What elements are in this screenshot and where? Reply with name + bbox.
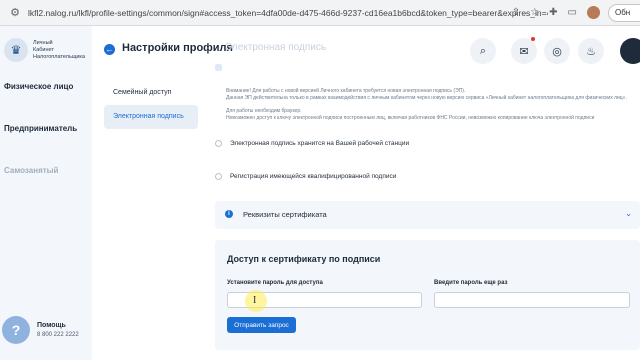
certificate-details-accordion[interactable]: i Реквизиты сертификата ⌄ bbox=[215, 201, 640, 229]
fns-emblem-icon[interactable]: ♛ bbox=[4, 38, 28, 62]
access-card: Доступ к сертификату по подписи Установи… bbox=[215, 240, 640, 350]
text-cursor-icon: I bbox=[253, 295, 257, 306]
submit-request-button[interactable]: Отправить запрос bbox=[227, 317, 296, 333]
puzzle-icon[interactable]: ✚ bbox=[549, 7, 557, 18]
help-title[interactable]: Помощь bbox=[37, 322, 66, 329]
notification-dot bbox=[531, 37, 535, 41]
menu-item-family-access[interactable]: Семейный доступ bbox=[113, 89, 171, 96]
info-marker bbox=[215, 64, 222, 71]
info-icon: i bbox=[225, 210, 233, 218]
profile-button[interactable] bbox=[620, 38, 640, 64]
logo-text[interactable]: Личный Кабинет Налогоплательщика bbox=[33, 40, 85, 61]
help-icon[interactable]: ? bbox=[2, 316, 30, 344]
url-field[interactable]: lkfl2.nalog.ru/lkfl/profile-settings/com… bbox=[28, 8, 548, 18]
help-phone: 8 800 222 2222 bbox=[37, 332, 79, 338]
sidebar-item-individual[interactable]: Физическое лицо bbox=[4, 82, 73, 91]
note-line-1: Внимание! Для работы с новой версией Лич… bbox=[226, 88, 466, 94]
sidebar-item-entrepreneur[interactable]: Предприниматель bbox=[4, 124, 77, 133]
update-button[interactable]: Обн bbox=[608, 4, 640, 22]
mail-icon: ✉ bbox=[519, 45, 529, 58]
chevron-down-icon[interactable]: ⌄ bbox=[625, 209, 632, 218]
confirm-password-field[interactable] bbox=[434, 292, 630, 308]
page-title: Настройки профиля bbox=[122, 42, 233, 54]
note-line-2: Данная ЭП действительна только в рамках … bbox=[226, 95, 627, 101]
sidebar-item-self-employed[interactable]: Самозанятый bbox=[4, 166, 58, 175]
sidepanel-icon[interactable]: ▭ bbox=[568, 7, 577, 18]
confirm-password-label: Введите пароль еще раз bbox=[434, 280, 508, 286]
tips-button[interactable]: ♨ bbox=[578, 38, 604, 64]
site-info-icon[interactable]: ⚙ bbox=[8, 6, 22, 20]
option-stored-signature[interactable]: Электронная подпись хранится на Вашей ра… bbox=[215, 140, 409, 147]
note-line-4: Невозможен доступ к ключу электронной по… bbox=[226, 115, 595, 121]
share-icon[interactable]: ⇪ bbox=[512, 7, 520, 18]
avatar[interactable] bbox=[587, 6, 600, 19]
lightbulb-icon: ♨ bbox=[586, 45, 596, 58]
search-button[interactable]: ⌕ bbox=[470, 38, 496, 64]
note-line-3: Для работы необходим браузер. bbox=[226, 108, 302, 114]
browser-address-bar: ⚙ lkfl2.nalog.ru/lkfl/profile-settings/c… bbox=[0, 0, 640, 26]
star-icon[interactable]: ☆ bbox=[530, 7, 539, 18]
accordion-title: Реквизиты сертификата bbox=[243, 210, 327, 219]
access-card-title: Доступ к сертификату по подписи bbox=[227, 254, 381, 264]
radio-button[interactable] bbox=[215, 140, 222, 147]
eye-off-icon: ◎ bbox=[552, 45, 562, 58]
visibility-button[interactable]: ◎ bbox=[544, 38, 570, 64]
option-register-qualified[interactable]: Регистрация имеющейся квалифицированной … bbox=[215, 173, 396, 180]
back-arrow-icon[interactable]: ← bbox=[104, 44, 115, 55]
menu-item-e-signature[interactable]: Электронная подпись bbox=[113, 113, 184, 120]
search-icon: ⌕ bbox=[479, 44, 487, 57]
page-subtitle-faded: Электронная подпись bbox=[225, 42, 327, 53]
password-label: Установите пароль для доступа bbox=[227, 280, 323, 286]
messages-button[interactable]: ✉ bbox=[511, 37, 537, 64]
radio-button[interactable] bbox=[215, 173, 222, 180]
sidebar: ♛ Личный Кабинет Налогоплательщика Физич… bbox=[0, 26, 92, 360]
